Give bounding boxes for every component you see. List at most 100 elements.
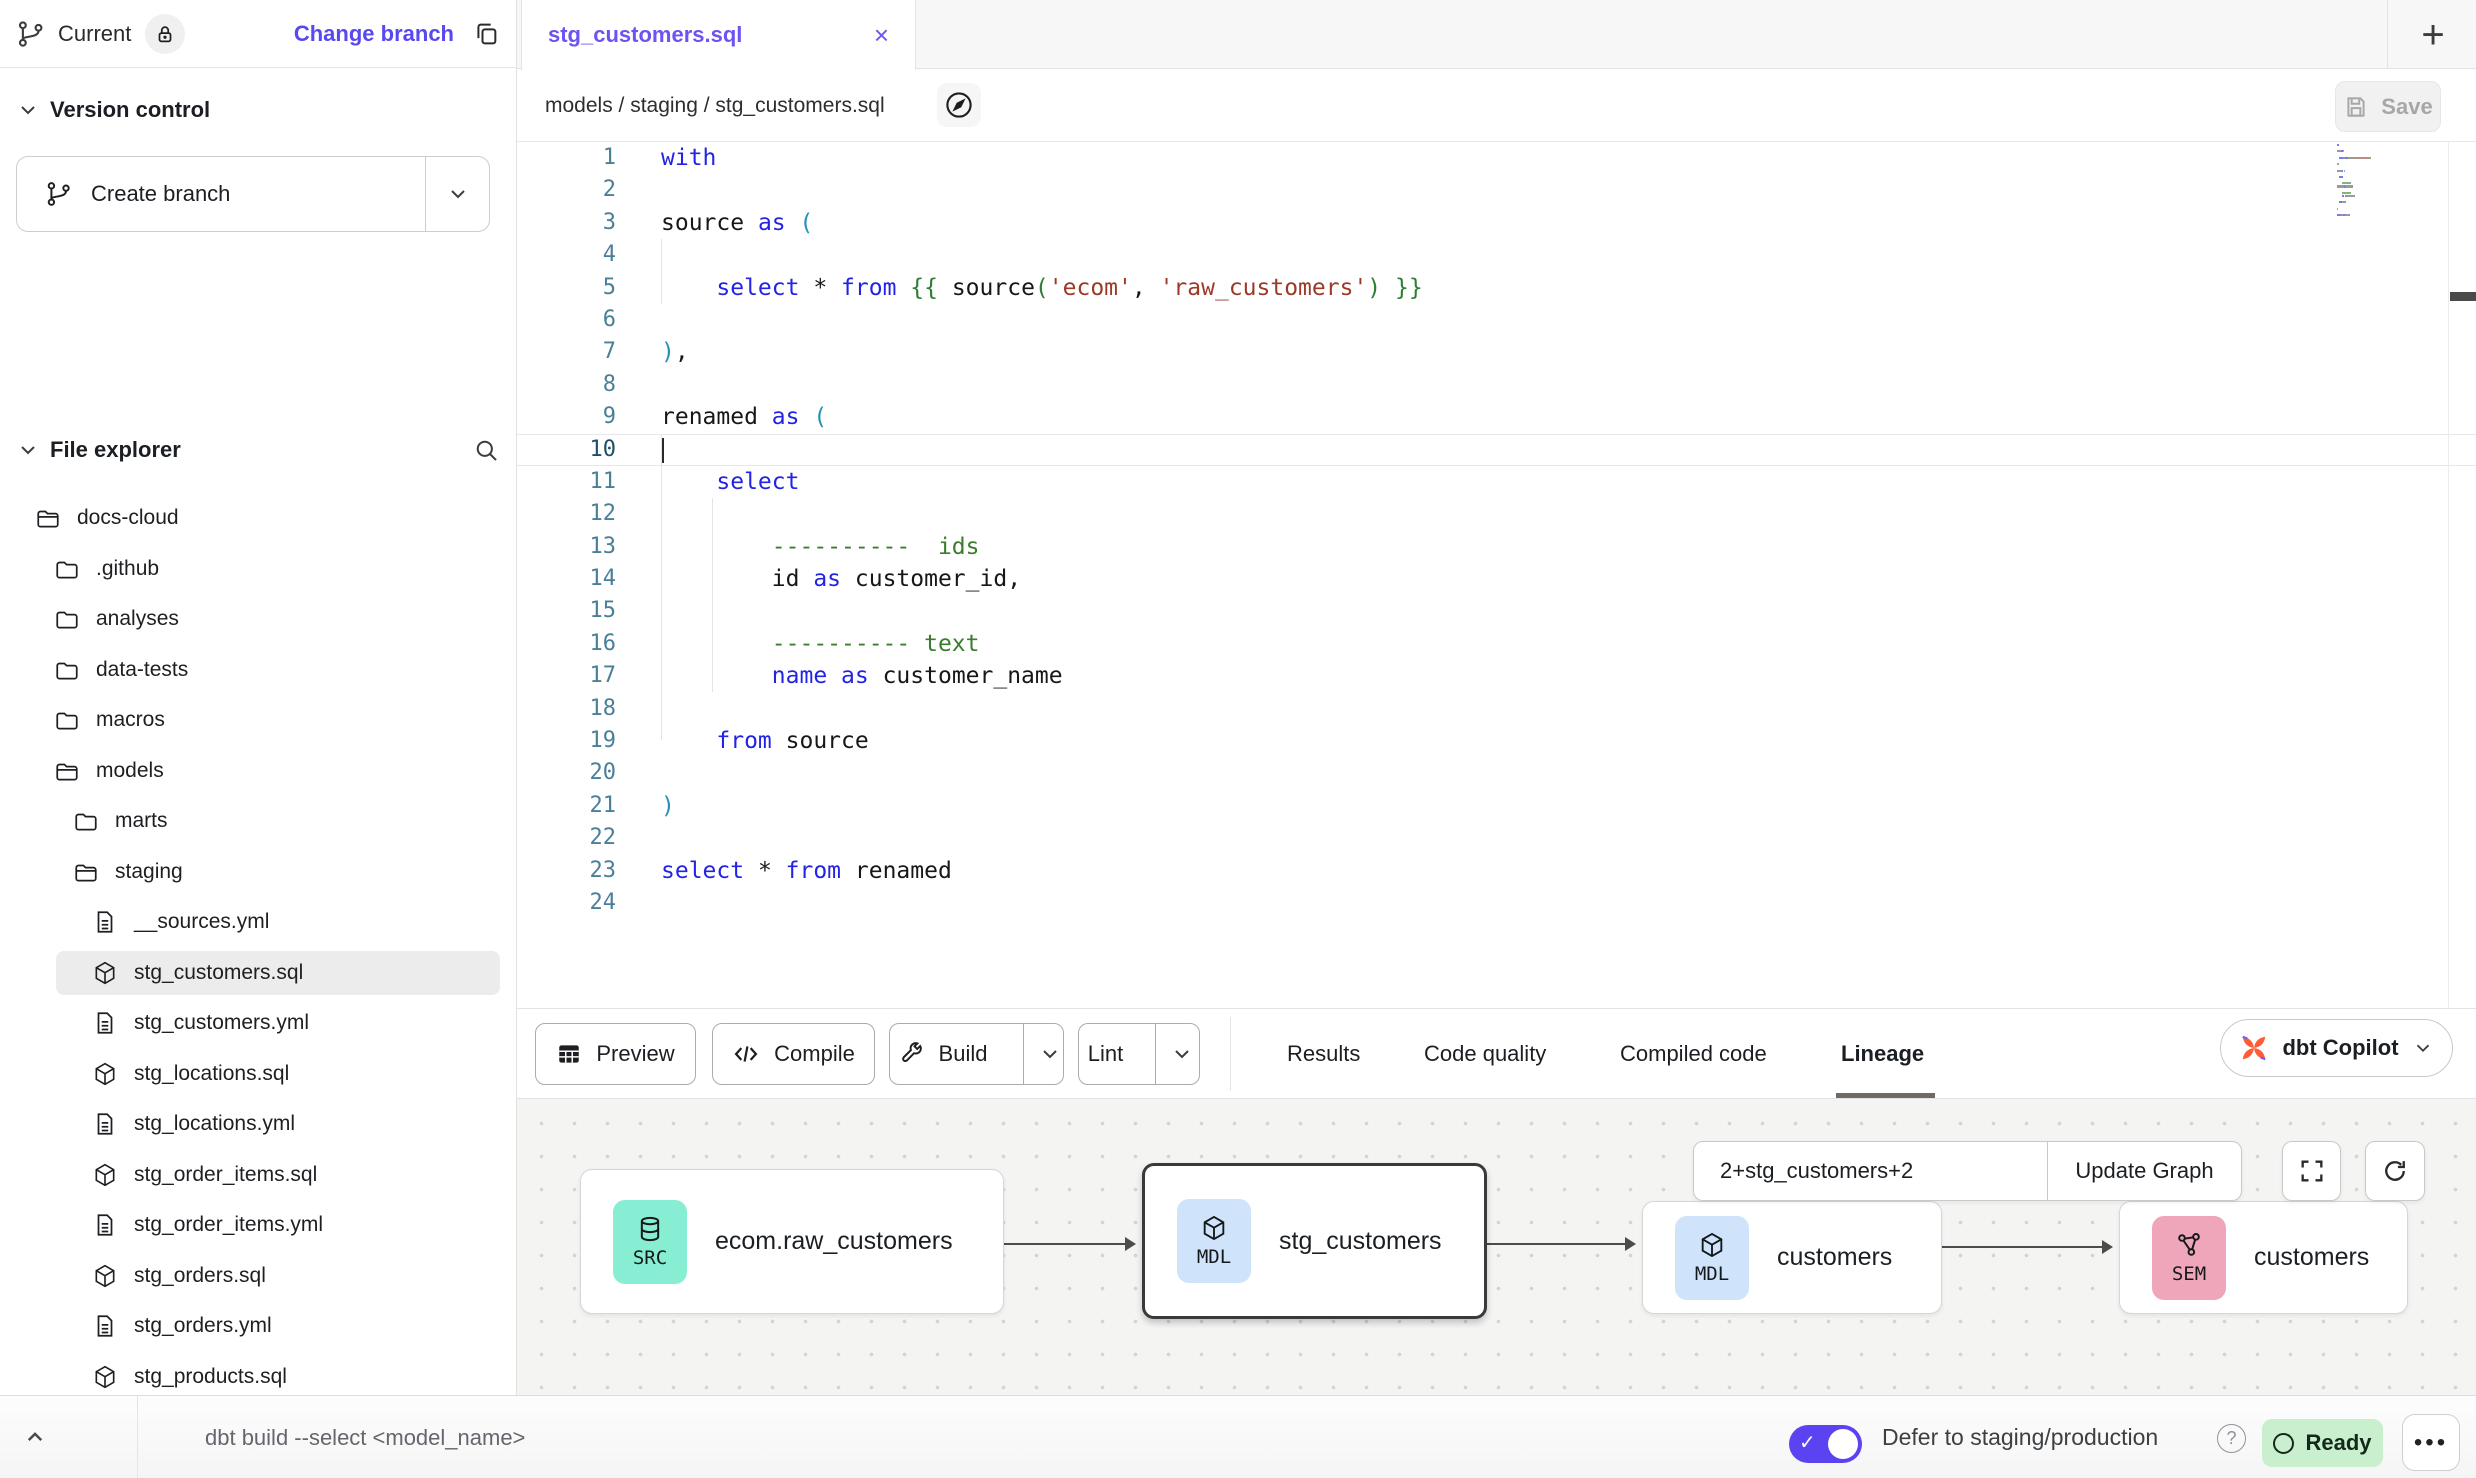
overflow-menu-button[interactable]: ••• — [2402, 1414, 2460, 1471]
cube-icon — [1698, 1231, 1726, 1259]
file-tree-item-stg-customers-sql[interactable]: stg_customers.sql — [0, 948, 517, 999]
minimap[interactable] — [2337, 144, 2427, 221]
update-graph-button[interactable]: Update Graph — [2047, 1142, 2241, 1200]
lint-button[interactable]: Lint — [1078, 1023, 1200, 1085]
chevron-up-icon[interactable] — [20, 1422, 50, 1452]
tab-results[interactable]: Results — [1287, 1009, 1360, 1099]
compass-icon[interactable] — [937, 83, 981, 127]
lineage-canvas[interactable]: SRC ecom.raw_customers MDL stg_customers… — [517, 1098, 2476, 1395]
file-tree-item-stg-locations-yml[interactable]: stg_locations.yml — [0, 1099, 517, 1150]
create-branch-dropdown[interactable] — [425, 157, 489, 231]
create-branch-button[interactable]: Create branch — [16, 156, 490, 232]
code-line-22[interactable]: 22 — [517, 822, 2476, 854]
file-tree-item--sources-yml[interactable]: __sources.yml — [0, 897, 517, 948]
change-branch-link[interactable]: Change branch — [294, 21, 454, 47]
code-line-10[interactable]: 10 — [517, 434, 2476, 466]
code-line-8[interactable]: 8 — [517, 369, 2476, 401]
version-control-header[interactable]: Version control — [16, 88, 210, 132]
file-tree-item-stg-orders-sql[interactable]: stg_orders.sql — [0, 1251, 517, 1302]
build-button[interactable]: Build — [889, 1023, 1064, 1085]
file-tree-item-stg-order-items-sql[interactable]: stg_order_items.sql — [0, 1150, 517, 1201]
lineage-node-stg-customers[interactable]: MDL stg_customers — [1142, 1163, 1487, 1319]
search-icon[interactable] — [473, 437, 500, 464]
tab-compiled-code[interactable]: Compiled code — [1620, 1009, 1767, 1099]
file-tree-item-stg-orders-yml[interactable]: stg_orders.yml — [0, 1301, 517, 1352]
build-main[interactable]: Build — [877, 1024, 1010, 1084]
cube-icon — [1200, 1214, 1228, 1242]
code-line-13[interactable]: 13 ---------- ids — [517, 531, 2476, 563]
refresh-button[interactable] — [2365, 1141, 2425, 1201]
editor-scrollbar-thumb[interactable] — [2450, 292, 2476, 301]
code-line-12[interactable]: 12 — [517, 498, 2476, 530]
file-tree-item-macros[interactable]: macros — [0, 695, 517, 746]
code-line-9[interactable]: 9renamed as ( — [517, 401, 2476, 433]
new-tab-button[interactable]: + — [2410, 12, 2456, 58]
code-text: with — [616, 142, 716, 174]
defer-toggle[interactable]: ✓ — [1789, 1425, 1862, 1463]
tab-stg-customers-sql[interactable]: stg_customers.sql × — [521, 0, 916, 70]
code-line-15[interactable]: 15 — [517, 595, 2476, 627]
code-line-3[interactable]: 3source as ( — [517, 207, 2476, 239]
editor-scrollbar-track — [2448, 142, 2449, 1008]
compile-button[interactable]: Compile — [712, 1023, 875, 1085]
code-text: ) — [616, 790, 675, 822]
code-text: id as customer_id, — [616, 563, 1021, 595]
dbt-copilot-button[interactable]: dbt Copilot — [2220, 1019, 2453, 1077]
tab-lineage[interactable]: Lineage — [1841, 1009, 1924, 1099]
lineage-node-ecom-raw-customers[interactable]: SRC ecom.raw_customers — [580, 1169, 1004, 1314]
code-editor[interactable]: 1with23source as (45 select * from {{ so… — [517, 142, 2476, 1008]
file-tree: docs-cloud.githubanalysesdata-testsmacro… — [0, 493, 517, 1402]
lint-main[interactable]: Lint — [1070, 1024, 1141, 1084]
file-tree-item-models[interactable]: models — [0, 746, 517, 797]
code-line-5[interactable]: 5 select * from {{ source('ecom', 'raw_c… — [517, 272, 2476, 304]
code-line-11[interactable]: 11 select — [517, 466, 2476, 498]
file-tree-item-docs-cloud[interactable]: docs-cloud — [0, 493, 517, 544]
code-line-16[interactable]: 16 ---------- text — [517, 628, 2476, 660]
code-line-18[interactable]: 18 — [517, 693, 2476, 725]
branch-lock-badge — [145, 14, 185, 54]
model-icon — [92, 1162, 118, 1188]
model-selector-input[interactable]: 2+stg_customers+2 — [1694, 1142, 2047, 1200]
lint-dropdown[interactable] — [1155, 1024, 1208, 1084]
code-text — [616, 304, 661, 336]
code-line-20[interactable]: 20 — [517, 757, 2476, 789]
line-number: 15 — [517, 595, 616, 627]
code-line-4[interactable]: 4 — [517, 239, 2476, 271]
code-line-6[interactable]: 6 — [517, 304, 2476, 336]
save-button[interactable]: Save — [2335, 81, 2441, 132]
file-tree-item-analyses[interactable]: analyses — [0, 594, 517, 645]
lineage-node-customers-semantic[interactable]: SEM customers — [2119, 1201, 2408, 1314]
preview-button[interactable]: Preview — [535, 1023, 696, 1085]
code-text — [616, 693, 661, 725]
file-tree-item--github[interactable]: .github — [0, 544, 517, 595]
save-icon — [2343, 94, 2369, 120]
code-line-21[interactable]: 21) — [517, 790, 2476, 822]
file-tree-item-stg-order-items-yml[interactable]: stg_order_items.yml — [0, 1200, 517, 1251]
file-explorer-header[interactable]: File explorer — [16, 428, 500, 472]
code-line-24[interactable]: 24 — [517, 887, 2476, 919]
git-branch-icon — [16, 19, 46, 49]
code-line-23[interactable]: 23select * from renamed — [517, 855, 2476, 887]
file-tree-item-staging[interactable]: staging — [0, 847, 517, 898]
file-tree-item-marts[interactable]: marts — [0, 796, 517, 847]
code-line-14[interactable]: 14 id as customer_id, — [517, 563, 2476, 595]
code-text: source as ( — [616, 207, 813, 239]
help-icon[interactable]: ? — [2217, 1424, 2246, 1453]
code-line-17[interactable]: 17 name as customer_name — [517, 660, 2476, 692]
ready-status-badge[interactable]: Ready — [2262, 1419, 2383, 1467]
lineage-node-customers-model[interactable]: MDL customers — [1642, 1201, 1942, 1314]
line-number: 19 — [517, 725, 616, 757]
copy-icon[interactable] — [472, 20, 500, 48]
tab-code-quality[interactable]: Code quality — [1424, 1009, 1546, 1099]
build-dropdown[interactable] — [1023, 1024, 1076, 1084]
file-tree-item-data-tests[interactable]: data-tests — [0, 645, 517, 696]
file-tree-item-stg-locations-sql[interactable]: stg_locations.sql — [0, 1049, 517, 1100]
code-line-1[interactable]: 1with — [517, 142, 2476, 174]
close-icon[interactable]: × — [874, 22, 889, 48]
code-line-7[interactable]: 7), — [517, 336, 2476, 368]
command-input[interactable]: dbt build --select <model_name> — [205, 1396, 525, 1478]
file-tree-item-stg-customers-yml[interactable]: stg_customers.yml — [0, 998, 517, 1049]
code-line-2[interactable]: 2 — [517, 174, 2476, 206]
fullscreen-button[interactable] — [2282, 1141, 2341, 1201]
code-line-19[interactable]: 19 from source — [517, 725, 2476, 757]
